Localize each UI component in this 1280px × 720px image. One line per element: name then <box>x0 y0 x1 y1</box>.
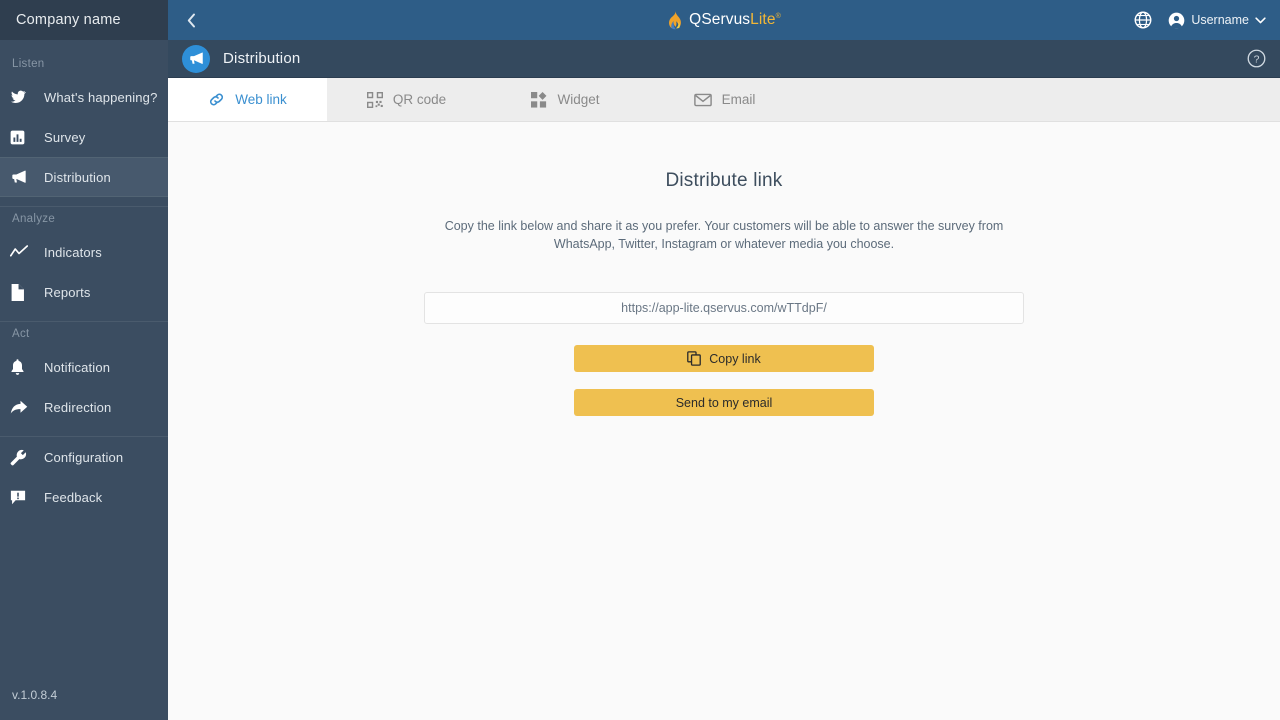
sidebar-item-redirection[interactable]: Redirection <box>0 387 168 427</box>
company-name-label: Company name <box>16 12 121 28</box>
page-title: Distribution <box>223 50 301 67</box>
distribute-link-description: Copy the link below and share it as you … <box>444 219 1004 252</box>
sidebar-item-notification[interactable]: Notification <box>0 347 168 387</box>
sidebar: Company name Listen What's happening? Su… <box>0 0 168 720</box>
feedback-bubble-icon <box>10 487 36 507</box>
sidebar-group-label-act: Act <box>12 328 30 340</box>
globe-icon <box>1134 11 1152 29</box>
sidebar-item-label: Feedback <box>44 489 103 505</box>
app-version-label: v.1.0.8.4 <box>12 688 58 702</box>
link-icon <box>208 91 225 108</box>
sidebar-item-whats-happening[interactable]: What's happening? <box>0 77 168 117</box>
bird-icon <box>10 87 36 107</box>
sidebar-item-label: Distribution <box>44 169 111 185</box>
top-bar: QServusLite® Username <box>168 0 1280 40</box>
question-circle-icon: ? <box>1247 49 1266 68</box>
flame-logo-icon <box>667 10 683 30</box>
sidebar-item-feedback[interactable]: Feedback <box>0 477 168 517</box>
share-arrow-icon <box>10 397 36 417</box>
copy-icon <box>687 351 702 367</box>
bar-chart-icon <box>10 127 36 147</box>
sidebar-item-distribution[interactable]: Distribution <box>0 157 168 197</box>
sidebar-item-label: Configuration <box>44 449 124 465</box>
copy-link-button[interactable]: Copy link <box>574 345 874 373</box>
copy-link-label: Copy link <box>709 351 761 366</box>
distribute-link-panel: Distribute link Copy the link below and … <box>168 122 1280 720</box>
chevron-down-icon <box>1255 16 1266 23</box>
tab-label: Widget <box>557 92 600 107</box>
sidebar-navigation: Listen What's happening? Survey Distribu… <box>0 40 168 688</box>
line-chart-icon <box>10 242 36 262</box>
sidebar-item-label: Redirection <box>44 399 112 415</box>
sidebar-item-label: Reports <box>44 284 91 300</box>
tab-label: Web link <box>235 92 287 107</box>
main-pane: QServusLite® Username Distribution ? Web… <box>168 0 1280 720</box>
avatar-icon <box>1169 12 1185 28</box>
tab-qr-code[interactable]: QR code <box>327 78 486 121</box>
brand-trademark: ® <box>775 12 781 20</box>
megaphone-icon <box>182 44 210 73</box>
send-to-my-email-button[interactable]: Send to my email <box>574 389 874 417</box>
brand-logo: QServusLite® <box>168 0 1280 40</box>
widget-icon <box>531 91 547 108</box>
survey-link-value: https://app-lite.qservus.com/wTTdpF/ <box>621 301 827 316</box>
envelope-icon <box>693 93 712 107</box>
survey-link-input[interactable]: https://app-lite.qservus.com/wTTdpF/ <box>424 292 1024 325</box>
document-icon <box>10 282 36 302</box>
user-menu[interactable]: Username <box>1168 12 1266 29</box>
tab-email[interactable]: Email <box>645 78 804 121</box>
send-email-label: Send to my email <box>675 395 773 410</box>
username-label: Username <box>1191 13 1249 27</box>
back-button[interactable] <box>168 0 214 40</box>
brand-primary-text: QServus <box>689 11 751 28</box>
sidebar-item-label: Survey <box>44 129 86 145</box>
distribute-link-heading: Distribute link <box>665 170 783 191</box>
app-root: Company name Listen What's happening? Su… <box>0 0 1280 720</box>
language-globe-button[interactable] <box>1134 11 1152 29</box>
sidebar-item-label: What's happening? <box>44 89 158 105</box>
sidebar-item-survey[interactable]: Survey <box>0 117 168 157</box>
sidebar-group-label-analyze: Analyze <box>12 213 56 225</box>
sidebar-item-label: Notification <box>44 359 111 375</box>
svg-text:?: ? <box>1254 55 1260 66</box>
chevron-left-icon <box>187 13 195 27</box>
brand-wordmark: QServusLite® <box>689 11 781 29</box>
sidebar-item-label: Indicators <box>44 244 102 260</box>
wrench-icon <box>10 447 36 467</box>
distribution-tabs: Web link QR code Widget Email <box>168 78 1280 122</box>
tab-widget[interactable]: Widget <box>486 78 645 121</box>
sidebar-item-indicators[interactable]: Indicators <box>0 232 168 272</box>
tab-label: Email <box>721 92 756 107</box>
tab-label: QR code <box>392 92 447 107</box>
sidebar-item-reports[interactable]: Reports <box>0 272 168 312</box>
page-title-bar: Distribution ? <box>168 40 1280 78</box>
brand-secondary-text: Lite <box>750 11 776 28</box>
bell-icon <box>10 357 36 377</box>
megaphone-icon <box>10 167 36 187</box>
qr-code-icon <box>366 91 383 108</box>
tab-web-link[interactable]: Web link <box>168 78 327 121</box>
sidebar-item-configuration[interactable]: Configuration <box>0 437 168 477</box>
top-bar-right-actions: Username <box>1134 11 1280 29</box>
company-name-header: Company name <box>0 0 168 40</box>
help-button[interactable]: ? <box>1247 49 1266 68</box>
sidebar-group-label-listen: Listen <box>12 58 45 70</box>
